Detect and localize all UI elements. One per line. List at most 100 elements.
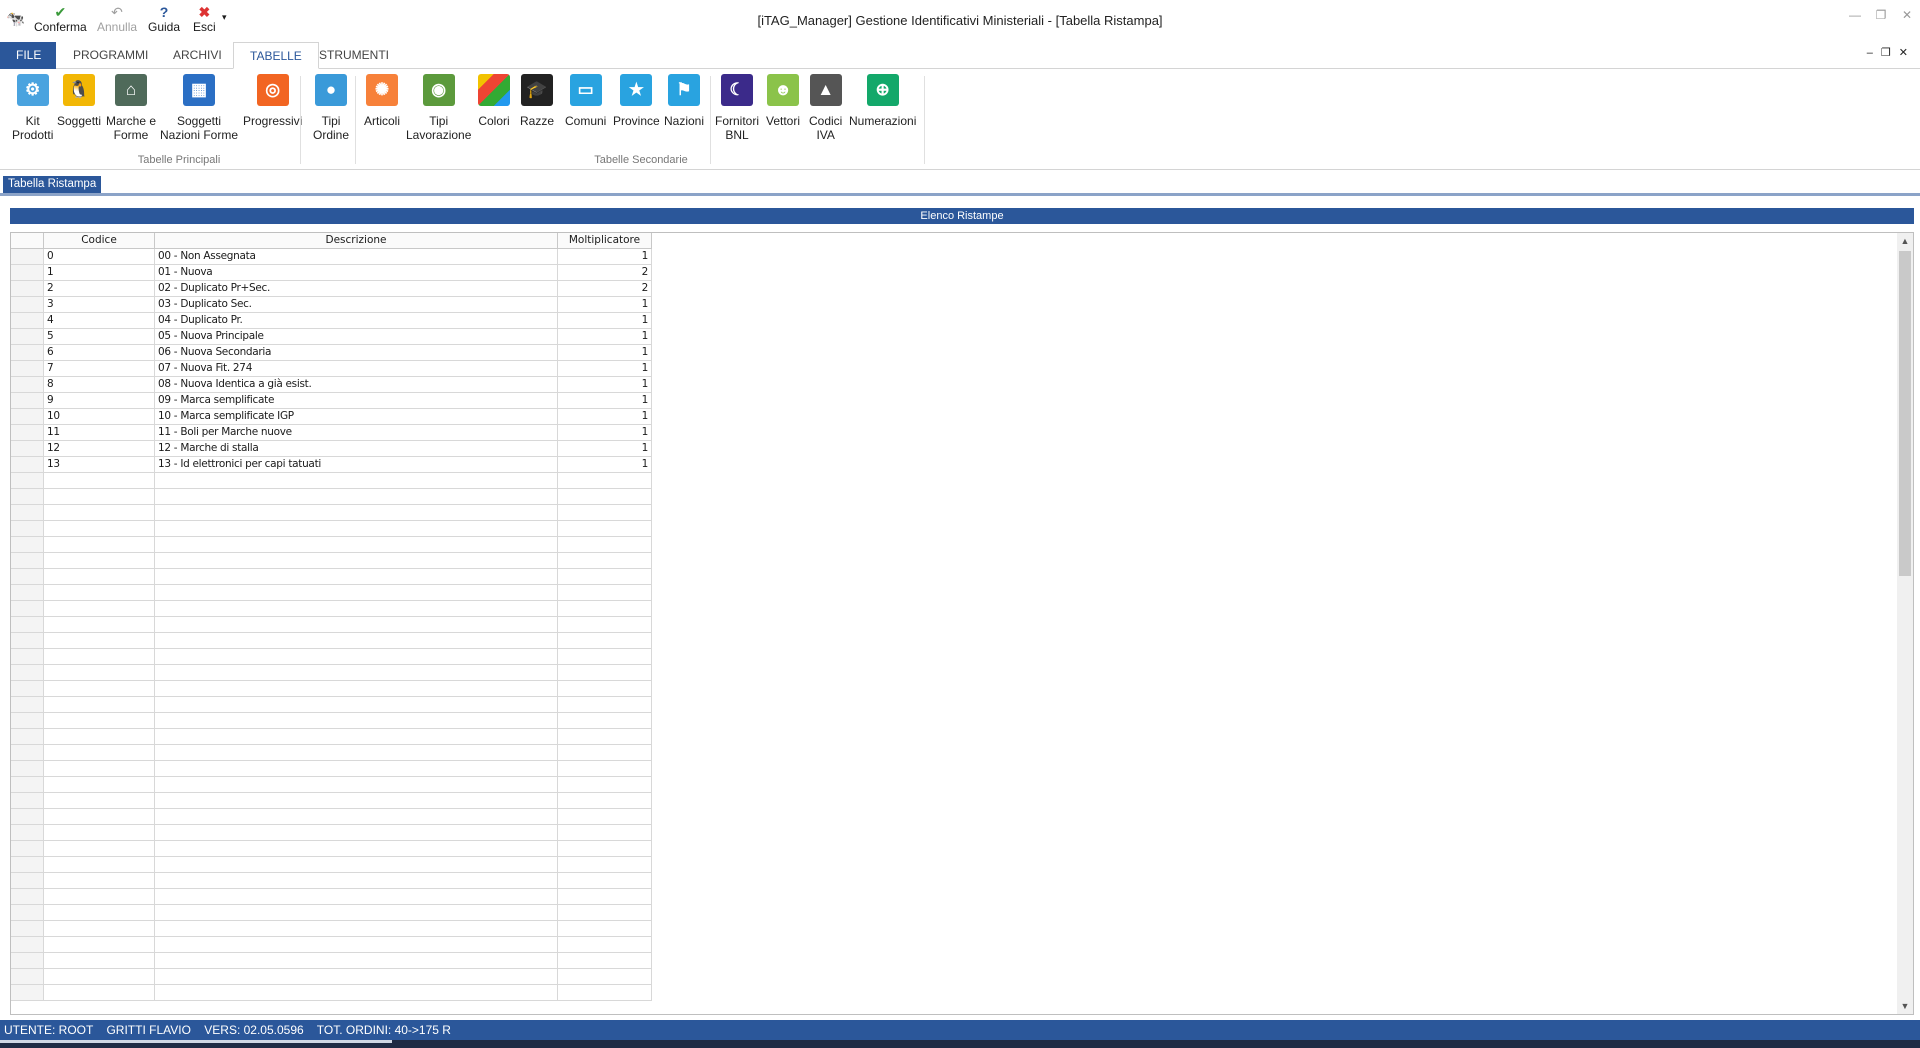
cell-codice[interactable]: 8 [44, 377, 155, 393]
cell-moltiplicatore[interactable] [558, 937, 652, 953]
column-header-descrizione[interactable]: Descrizione [155, 233, 558, 249]
table-row[interactable]: 9 09 - Marca semplificate 1 [11, 393, 652, 409]
cell-moltiplicatore[interactable] [558, 569, 652, 585]
table-row[interactable] [11, 681, 652, 697]
ribbon-soggetti-nazioni-forme-button[interactable]: ▦ Soggetti Nazioni Forme [160, 74, 238, 142]
ribbon-comuni-button[interactable]: ▭ Comuni [565, 74, 606, 128]
cell-descrizione[interactable] [155, 633, 558, 649]
cell-descrizione[interactable] [155, 729, 558, 745]
ribbon-numerazioni-button[interactable]: ⊕ Numerazioni [849, 74, 916, 128]
cell-codice[interactable] [44, 713, 155, 729]
scroll-thumb[interactable] [1899, 251, 1911, 576]
cell-codice[interactable] [44, 617, 155, 633]
vertical-scrollbar[interactable]: ▲ ▼ [1897, 233, 1913, 1014]
table-row[interactable]: 11 11 - Boli per Marche nuove 1 [11, 425, 652, 441]
cell-descrizione[interactable] [155, 505, 558, 521]
table-row[interactable]: 5 05 - Nuova Principale 1 [11, 329, 652, 345]
cell-descrizione[interactable] [155, 937, 558, 953]
cell-moltiplicatore[interactable]: 2 [558, 281, 652, 297]
cell-codice[interactable] [44, 729, 155, 745]
cell-codice[interactable] [44, 489, 155, 505]
cell-descrizione[interactable] [155, 617, 558, 633]
cell-descrizione[interactable] [155, 745, 558, 761]
cell-descrizione[interactable] [155, 905, 558, 921]
mdi-controls[interactable]: –❐✕ [1867, 46, 1916, 59]
table-row[interactable] [11, 505, 652, 521]
ribbon-marche-forme-button[interactable]: ⌂ Marche e Forme [106, 74, 156, 142]
tab-programmi[interactable]: PROGRAMMI [57, 42, 164, 69]
table-row[interactable] [11, 537, 652, 553]
cell-descrizione[interactable]: 00 - Non Assegnata [155, 249, 558, 265]
cell-moltiplicatore[interactable]: 1 [558, 313, 652, 329]
table-row[interactable] [11, 569, 652, 585]
cell-codice[interactable]: 5 [44, 329, 155, 345]
cell-codice[interactable]: 12 [44, 441, 155, 457]
table-row[interactable] [11, 649, 652, 665]
cell-descrizione[interactable]: 13 - Id elettronici per capi tatuati [155, 457, 558, 473]
table-row[interactable] [11, 889, 652, 905]
table-row[interactable]: 4 04 - Duplicato Pr. 1 [11, 313, 652, 329]
cell-descrizione[interactable]: 11 - Boli per Marche nuove [155, 425, 558, 441]
cell-descrizione[interactable]: 08 - Nuova Identica a già esist. [155, 377, 558, 393]
cell-codice[interactable] [44, 921, 155, 937]
cell-codice[interactable]: 3 [44, 297, 155, 313]
table-row[interactable] [11, 761, 652, 777]
table-row[interactable] [11, 921, 652, 937]
ribbon-vettori-button[interactable]: ☻ Vettori [766, 74, 800, 128]
cell-codice[interactable]: 4 [44, 313, 155, 329]
cell-descrizione[interactable] [155, 889, 558, 905]
cell-codice[interactable]: 6 [44, 345, 155, 361]
cell-moltiplicatore[interactable] [558, 857, 652, 873]
cell-codice[interactable]: 11 [44, 425, 155, 441]
table-row[interactable] [11, 857, 652, 873]
table-row[interactable] [11, 729, 652, 745]
ribbon-codici-iva-button[interactable]: ▲ Codici IVA [809, 74, 842, 142]
cell-codice[interactable] [44, 585, 155, 601]
cell-codice[interactable] [44, 761, 155, 777]
cell-moltiplicatore[interactable] [558, 905, 652, 921]
cell-moltiplicatore[interactable] [558, 825, 652, 841]
cell-codice[interactable] [44, 953, 155, 969]
table-row[interactable]: 3 03 - Duplicato Sec. 1 [11, 297, 652, 313]
cell-descrizione[interactable]: 06 - Nuova Secondaria [155, 345, 558, 361]
cell-codice[interactable] [44, 857, 155, 873]
ribbon-tipi-ordine-button[interactable]: ● Tipi Ordine [313, 74, 349, 142]
cell-descrizione[interactable] [155, 665, 558, 681]
close-icon[interactable]: ✕ [1894, 8, 1920, 22]
tab-file[interactable]: FILE [0, 42, 56, 69]
cell-codice[interactable] [44, 601, 155, 617]
tab-strumenti[interactable]: STRUMENTI [303, 42, 405, 69]
cell-descrizione[interactable] [155, 521, 558, 537]
scroll-down-icon[interactable]: ▼ [1897, 998, 1913, 1014]
cell-moltiplicatore[interactable] [558, 489, 652, 505]
cell-codice[interactable] [44, 521, 155, 537]
cell-moltiplicatore[interactable] [558, 793, 652, 809]
cell-descrizione[interactable] [155, 825, 558, 841]
table-row[interactable] [11, 905, 652, 921]
cell-descrizione[interactable] [155, 569, 558, 585]
ribbon-fornitori-bnl-button[interactable]: ☾ Fornitori BNL [715, 74, 759, 142]
cell-descrizione[interactable] [155, 601, 558, 617]
cell-moltiplicatore[interactable] [558, 697, 652, 713]
table-row[interactable]: 6 06 - Nuova Secondaria 1 [11, 345, 652, 361]
table-row[interactable]: 13 13 - Id elettronici per capi tatuati 1 [11, 457, 652, 473]
table-row[interactable] [11, 697, 652, 713]
cell-descrizione[interactable] [155, 681, 558, 697]
cell-descrizione[interactable] [155, 985, 558, 1001]
cell-moltiplicatore[interactable] [558, 777, 652, 793]
ribbon-nazioni-button[interactable]: ⚑ Nazioni [664, 74, 704, 128]
cell-descrizione[interactable] [155, 713, 558, 729]
cell-moltiplicatore[interactable]: 1 [558, 393, 652, 409]
cell-codice[interactable] [44, 809, 155, 825]
cell-codice[interactable]: 0 [44, 249, 155, 265]
cell-moltiplicatore[interactable] [558, 617, 652, 633]
table-row[interactable] [11, 841, 652, 857]
cell-codice[interactable] [44, 633, 155, 649]
table-row[interactable] [11, 745, 652, 761]
cell-moltiplicatore[interactable]: 1 [558, 425, 652, 441]
table-row[interactable] [11, 553, 652, 569]
cell-descrizione[interactable] [155, 809, 558, 825]
cell-descrizione[interactable] [155, 553, 558, 569]
cell-moltiplicatore[interactable]: 1 [558, 329, 652, 345]
cell-codice[interactable] [44, 937, 155, 953]
